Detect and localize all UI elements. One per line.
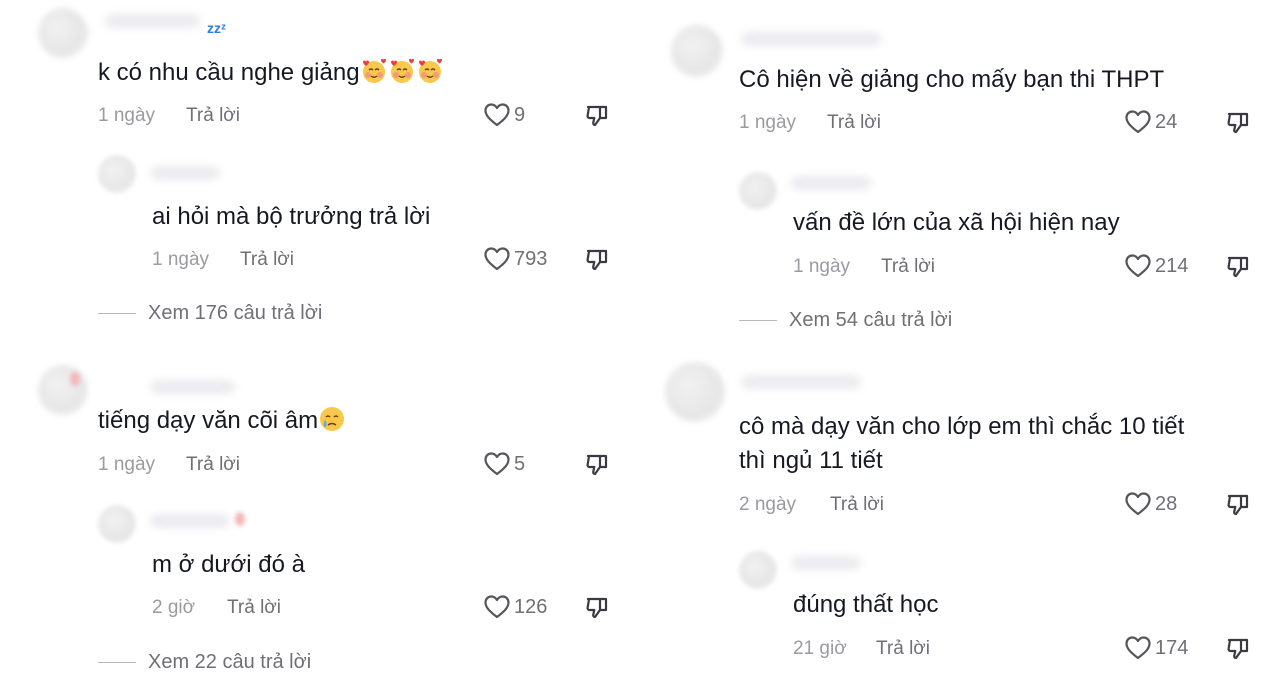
- dislike-icon[interactable]: [1225, 492, 1251, 518]
- comment-text: đúng thất học: [793, 591, 939, 618]
- like-button[interactable]: 5: [483, 451, 525, 477]
- like-count: 126: [514, 595, 548, 618]
- view-replies-label: Xem 176 câu trả lời: [148, 302, 323, 324]
- heart-icon: [1124, 491, 1152, 517]
- comment-time: 1 ngày: [98, 454, 156, 475]
- username-blurred[interactable]: [741, 375, 861, 389]
- dislike-icon[interactable]: [584, 452, 610, 478]
- reply-button[interactable]: Trả lời: [186, 454, 240, 476]
- dislike-icon[interactable]: [584, 103, 610, 129]
- username-blurred[interactable]: [741, 32, 881, 46]
- heart-icon: [483, 102, 511, 128]
- username-blurred[interactable]: [150, 166, 220, 180]
- comment-text: Cô hiện về giảng cho mấy bạn thi THPT: [739, 66, 1165, 93]
- heart-icon: [483, 246, 511, 272]
- comment-time: 2 giờ: [152, 597, 196, 618]
- comment-time: 21 giờ: [793, 638, 847, 659]
- like-count: 5: [514, 452, 526, 475]
- comment-text-line2: thì ngủ 11 tiết: [739, 447, 883, 474]
- user-avatar[interactable]: [665, 362, 725, 422]
- reply-button[interactable]: Trả lời: [827, 112, 881, 134]
- user-avatar[interactable]: [739, 551, 777, 589]
- username-blurred[interactable]: [150, 514, 230, 528]
- username-blurred[interactable]: [150, 380, 235, 394]
- dislike-icon[interactable]: [1225, 110, 1251, 136]
- comment-time: 1 ngày: [98, 105, 156, 126]
- like-count: 28: [1155, 492, 1178, 515]
- smiling-face-with-hearts-emoji: [416, 57, 444, 85]
- like-count: 9: [514, 103, 526, 126]
- like-button[interactable]: 28: [1124, 491, 1177, 517]
- comment-text-line1: cô mà dạy văn cho lớp em thì chắc 10 tiế…: [739, 413, 1185, 440]
- like-button[interactable]: 9: [483, 102, 525, 128]
- heart-icon: [1124, 109, 1152, 135]
- like-button[interactable]: 793: [483, 246, 547, 272]
- comment-time: 1 ngày: [793, 256, 851, 277]
- user-avatar[interactable]: [98, 505, 136, 543]
- comment-time: 1 ngày: [739, 112, 797, 133]
- divider-line: [98, 662, 136, 663]
- like-button[interactable]: 126: [483, 594, 547, 620]
- view-replies-link[interactable]: Xem 54 câu trả lời: [739, 309, 952, 332]
- reply-button[interactable]: Trả lời: [830, 494, 884, 516]
- smiling-face-with-hearts-emoji: [360, 57, 388, 85]
- avatar-blur-mark: [70, 372, 80, 386]
- like-count: 793: [514, 247, 548, 270]
- heart-icon: [1124, 253, 1152, 279]
- crying-face-emoji: [318, 405, 346, 433]
- divider-line: [739, 320, 777, 321]
- comment-text: vấn đề lớn của xã hội hiện nay: [793, 209, 1120, 236]
- like-button[interactable]: 174: [1124, 635, 1188, 661]
- reply-button[interactable]: Trả lời: [876, 638, 930, 660]
- heart-icon: [483, 594, 511, 620]
- comment-time: 1 ngày: [152, 249, 210, 270]
- comment-text: m ở dưới đó à: [152, 551, 305, 578]
- like-button[interactable]: 214: [1124, 253, 1188, 279]
- username-blurred[interactable]: [791, 176, 871, 190]
- like-count: 214: [1155, 254, 1189, 277]
- username-blurred[interactable]: [105, 14, 200, 28]
- user-avatar[interactable]: [38, 365, 88, 415]
- username-blurred[interactable]: [791, 556, 861, 570]
- reply-button[interactable]: Trả lời: [227, 597, 281, 619]
- dislike-icon[interactable]: [1225, 636, 1251, 662]
- comment-text: tiếng dạy văn cõi âm: [98, 404, 346, 438]
- dislike-icon[interactable]: [584, 595, 610, 621]
- user-avatar[interactable]: [98, 155, 136, 193]
- comment-text: k có nhu cầu nghe giảng: [98, 56, 444, 90]
- dislike-icon[interactable]: [1225, 254, 1251, 280]
- heart-icon: [483, 451, 511, 477]
- user-avatar[interactable]: [671, 25, 723, 77]
- username-blur-mark: [235, 512, 245, 526]
- user-avatar[interactable]: [38, 8, 88, 58]
- like-count: 24: [1155, 110, 1178, 133]
- like-count: 174: [1155, 636, 1189, 659]
- user-avatar[interactable]: [739, 172, 777, 210]
- right-comment-panel: Cô hiện về giảng cho mấy bạn thi THPT 1 …: [641, 0, 1281, 673]
- comment-text: ai hỏi mà bộ trưởng trả lời: [152, 203, 431, 230]
- reply-button[interactable]: Trả lời: [240, 249, 294, 271]
- sleeping-zzz-icon: zzᶻ: [207, 20, 227, 36]
- view-replies-link[interactable]: Xem 22 câu trả lời: [98, 651, 311, 674]
- heart-icon: [1124, 635, 1152, 661]
- dislike-icon[interactable]: [584, 247, 610, 273]
- like-button[interactable]: 24: [1124, 109, 1177, 135]
- view-replies-link[interactable]: Xem 176 câu trả lời: [98, 302, 322, 325]
- view-replies-label: Xem 54 câu trả lời: [789, 309, 953, 331]
- divider-line: [98, 313, 136, 314]
- reply-button[interactable]: Trả lời: [186, 105, 240, 127]
- view-replies-label: Xem 22 câu trả lời: [148, 651, 312, 673]
- reply-button[interactable]: Trả lời: [881, 256, 935, 278]
- smiling-face-with-hearts-emoji: [388, 57, 416, 85]
- comment-time: 2 ngày: [739, 494, 797, 515]
- left-comment-panel: zzᶻ k có nhu cầu nghe giảng 1 ngày Trả l…: [0, 0, 640, 673]
